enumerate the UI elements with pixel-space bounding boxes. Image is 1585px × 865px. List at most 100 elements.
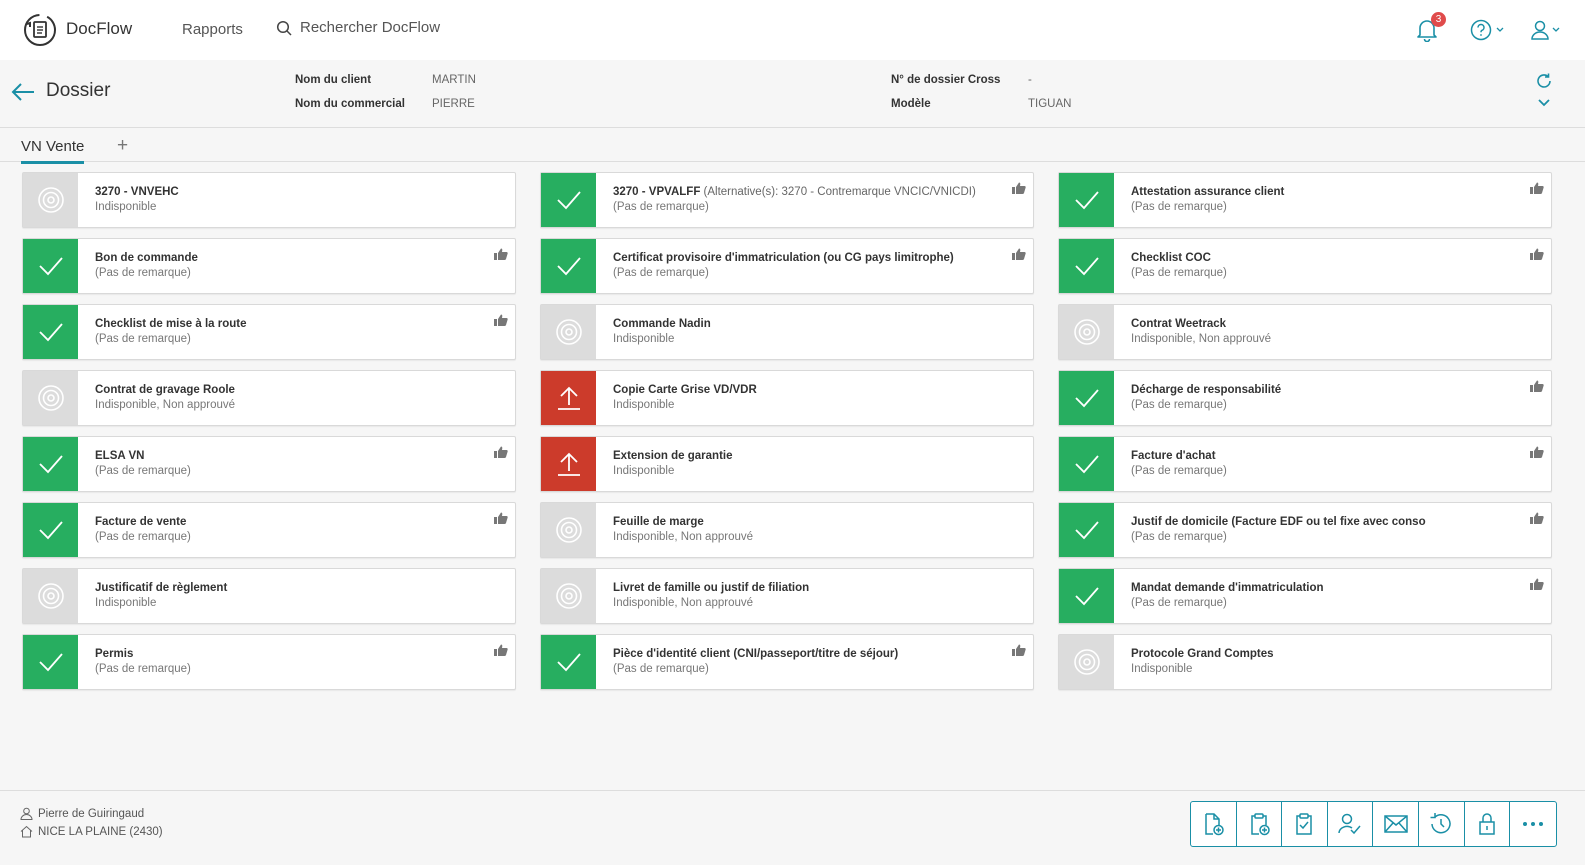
document-card-body: Attestation assurance client (Pas de rema… (1114, 173, 1284, 227)
document-card[interactable]: Livret de famille ou justif de filiation… (540, 568, 1034, 624)
unavailable-target-icon (555, 582, 583, 610)
document-card[interactable]: Pièce d'identité client (CNI/passeport/t… (540, 634, 1034, 690)
search-button[interactable]: Rechercher DocFlow (276, 19, 440, 36)
expand-chevron-icon[interactable] (1535, 96, 1553, 110)
thumbs-up-icon[interactable] (1012, 181, 1026, 199)
document-title-text: Attestation assurance client (1131, 186, 1285, 198)
document-card-body: Contrat de gravage Roole Indisponible, No… (78, 371, 235, 425)
thumbs-up-icon[interactable] (1530, 181, 1544, 199)
add-document-button[interactable] (1191, 802, 1237, 846)
document-card[interactable]: Facture d'achat (Pas de remarque) (1058, 436, 1552, 492)
document-card[interactable]: Checklist de mise à la route (Pas de rema… (22, 304, 516, 360)
document-card[interactable]: Contrat de gravage Roole Indisponible, No… (22, 370, 516, 426)
upload-icon (556, 451, 582, 477)
more-actions-button[interactable] (1510, 802, 1556, 846)
document-card[interactable]: Feuille de marge Indisponible, Non approu… (540, 502, 1034, 558)
document-card[interactable]: ELSA VN (Pas de remarque) (22, 436, 516, 492)
checkmark-icon (37, 453, 65, 475)
document-title: Livret de famille ou justif de filiation (613, 582, 809, 594)
document-card[interactable]: Protocole Grand Comptes Indisponible (1058, 634, 1552, 690)
document-status-indicator (541, 569, 596, 623)
document-card[interactable]: Attestation assurance client (Pas de rema… (1058, 172, 1552, 228)
document-card[interactable]: Facture de vente (Pas de remarque) (22, 502, 516, 558)
checklist-icon (1296, 813, 1313, 835)
thumbs-up-icon[interactable] (1530, 379, 1544, 397)
document-status-text: (Pas de remarque) (95, 465, 191, 477)
checkmark-icon (555, 651, 583, 673)
document-title: Checklist COC (1131, 252, 1227, 264)
nav-rapports-link[interactable]: Rapports (182, 21, 243, 38)
unavailable-target-icon (555, 318, 583, 346)
thumbs-up-icon[interactable] (1012, 643, 1026, 661)
document-card-body: Commande Nadin Indisponible (596, 305, 711, 359)
thumbs-up-icon[interactable] (1530, 445, 1544, 463)
document-card[interactable]: 3270 - VNVEHC Indisponible (22, 172, 516, 228)
document-status-indicator[interactable] (541, 437, 596, 491)
document-card[interactable]: Contrat Weetrack Indisponible, Non approu… (1058, 304, 1552, 360)
document-card[interactable]: Bon de commande (Pas de remarque) (22, 238, 516, 294)
back-arrow-icon[interactable] (10, 81, 36, 103)
document-card-body: Checklist COC (Pas de remarque) (1114, 239, 1227, 293)
lock-button[interactable] (1465, 802, 1511, 846)
document-title: 3270 - VPVALFF (Alternative(s): 3270 - C… (613, 186, 976, 198)
modele-label: Modèle (891, 98, 931, 110)
document-title: ELSA VN (95, 450, 191, 462)
document-status-text: Indisponible (613, 333, 675, 345)
notifications-button[interactable]: 3 (1416, 12, 1446, 44)
document-card-body: ELSA VN (Pas de remarque) (78, 437, 191, 491)
document-card-body: Bon de commande (Pas de remarque) (78, 239, 198, 293)
thumbs-up-icon[interactable] (494, 313, 508, 331)
document-status-text: Indisponible, Non approuvé (1131, 333, 1272, 345)
thumbs-up-icon[interactable] (494, 247, 508, 265)
document-card[interactable]: 3270 - VPVALFF (Alternative(s): 3270 - C… (540, 172, 1034, 228)
document-title: Mandat demande d'immatriculation (1131, 582, 1324, 594)
document-status-indicator (541, 635, 596, 689)
user-name: Pierre de Guiringaud (38, 807, 145, 820)
thumbs-up-icon[interactable] (1530, 511, 1544, 529)
mail-button[interactable] (1373, 802, 1419, 846)
thumbs-up-icon[interactable] (1012, 247, 1026, 265)
user-menu-button[interactable] (1530, 16, 1561, 44)
document-status-indicator (23, 503, 78, 557)
history-button[interactable] (1419, 802, 1465, 846)
thumbs-up-icon[interactable] (494, 445, 508, 463)
thumbs-up-icon[interactable] (494, 643, 508, 661)
document-title: 3270 - VNVEHC (95, 186, 179, 198)
tab-vn-vente[interactable]: VN Vente (21, 138, 85, 164)
home-icon (20, 825, 33, 838)
refresh-icon[interactable] (1535, 72, 1553, 90)
modele-value: TIGUAN (1028, 98, 1072, 110)
document-title: Certificat provisoire d'immatriculation … (613, 252, 954, 264)
thumbs-up-icon[interactable] (1530, 577, 1544, 595)
document-card[interactable]: Justif de domicile (Facture EDF ou tel f… (1058, 502, 1552, 558)
document-title-text: Décharge de responsabilité (1131, 384, 1282, 396)
checklist-button[interactable] (1282, 802, 1328, 846)
document-title-text: Feuille de marge (613, 516, 704, 528)
document-card[interactable]: Décharge de responsabilité (Pas de remarq… (1058, 370, 1552, 426)
document-title: Protocole Grand Comptes (1131, 648, 1274, 660)
help-menu-button[interactable] (1470, 16, 1505, 44)
document-card[interactable]: Certificat provisoire d'immatriculation … (540, 238, 1034, 294)
document-card[interactable]: Justificatif de règlement Indisponible (22, 568, 516, 624)
document-status-indicator (23, 635, 78, 689)
chevron-down-icon (1552, 27, 1560, 32)
document-card[interactable]: Commande Nadin Indisponible (540, 304, 1034, 360)
document-card[interactable]: Permis (Pas de remarque) (22, 634, 516, 690)
document-card[interactable]: Extension de garantie Indisponible (540, 436, 1034, 492)
document-status-indicator (23, 371, 78, 425)
document-card[interactable]: Mandat demande d'immatriculation (Pas de … (1058, 568, 1552, 624)
document-card[interactable]: Copie Carte Grise VD/VDR Indisponible (540, 370, 1034, 426)
document-status-indicator[interactable] (541, 371, 596, 425)
validate-user-button[interactable] (1328, 802, 1374, 846)
help-icon (1470, 19, 1492, 41)
document-title: Copie Carte Grise VD/VDR (613, 384, 757, 396)
user-icon (20, 807, 33, 820)
document-card[interactable]: Checklist COC (Pas de remarque) (1058, 238, 1552, 294)
thumbs-up-icon[interactable] (1530, 247, 1544, 265)
add-clipboard-button[interactable] (1237, 802, 1283, 846)
document-title-text: Contrat de gravage Roole (95, 384, 235, 396)
footer-site: NICE LA PLAINE (2430) (20, 825, 163, 838)
add-tab-button[interactable]: + (117, 135, 128, 157)
document-card-body: Justif de domicile (Facture EDF ou tel f… (1114, 503, 1426, 557)
thumbs-up-icon[interactable] (494, 511, 508, 529)
